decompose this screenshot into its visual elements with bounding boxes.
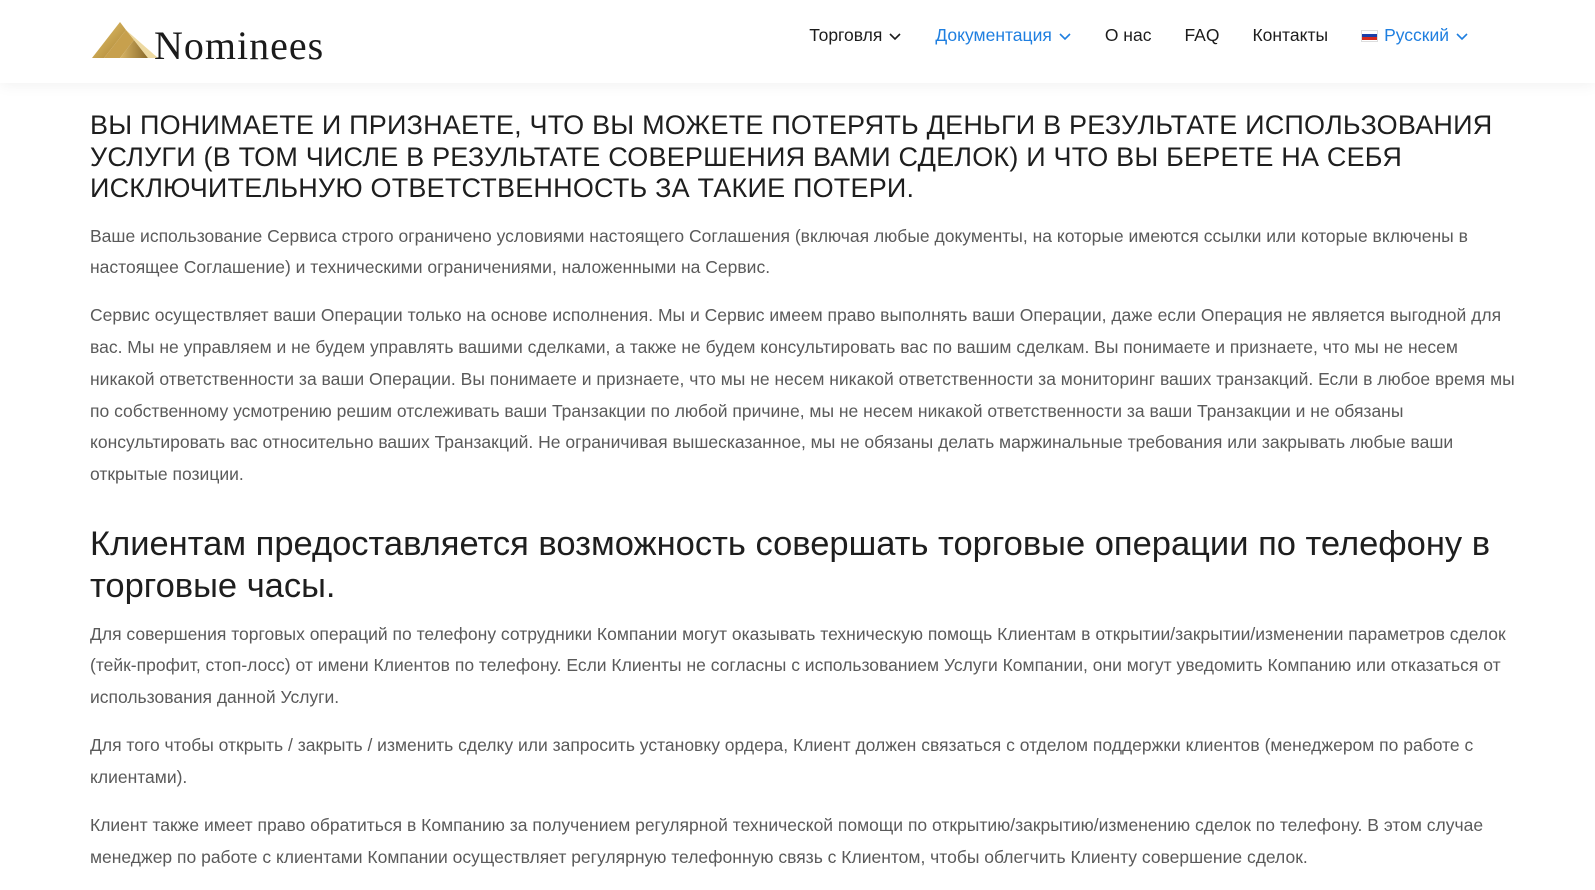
nav-item-documentation[interactable]: Документация xyxy=(935,25,1071,46)
nav-item-label: Документация xyxy=(935,25,1052,45)
paragraph: Для того чтобы открыть / закрыть / измен… xyxy=(90,735,1474,787)
logo-text: Nominees xyxy=(154,23,325,68)
nav-item-contacts[interactable]: Контакты xyxy=(1252,25,1328,46)
site-header: Nominees Торговля Документация О нас FAQ… xyxy=(0,0,1595,83)
main-nav: Торговля Документация О нас FAQ Контакты… xyxy=(776,25,1469,46)
nav-item-about[interactable]: О нас xyxy=(1105,25,1152,46)
nav-item-faq[interactable]: FAQ xyxy=(1184,25,1219,46)
document-content: ВЫ ПОНИМАЕТЕ И ПРИЗНАЕТЕ, ЧТО ВЫ МОЖЕТЕ … xyxy=(90,110,1520,890)
russia-flag-icon xyxy=(1361,29,1379,42)
paragraph: Для совершения торговых операций по теле… xyxy=(90,623,1506,708)
paragraph: Сервис осуществляет ваши Операции только… xyxy=(90,305,1515,484)
language-selector[interactable]: Русский xyxy=(1361,25,1469,46)
nav-item-trading[interactable]: Торговля xyxy=(809,25,902,46)
logo[interactable]: Nominees xyxy=(90,12,324,66)
logo-mark-icon xyxy=(92,22,158,58)
chevron-down-icon xyxy=(889,32,901,40)
chevron-down-icon xyxy=(1059,32,1071,40)
nav-item-label: Контакты xyxy=(1252,25,1329,45)
nav-item-label: Торговля xyxy=(809,25,883,45)
section-heading: Клиентам предоставляется возможность сов… xyxy=(90,524,1491,605)
chevron-down-icon xyxy=(1456,32,1468,40)
nav-item-label: О нас xyxy=(1104,25,1152,45)
paragraph: Ваше использование Сервиса строго ограни… xyxy=(90,225,1468,278)
language-label: Русский xyxy=(1384,25,1449,45)
paragraph: Клиент также имеет право обратиться в Ко… xyxy=(90,815,1484,867)
warning-heading: ВЫ ПОНИМАЕТЕ И ПРИЗНАЕТЕ, ЧТО ВЫ МОЖЕТЕ … xyxy=(90,110,1493,203)
nav-item-label: FAQ xyxy=(1184,25,1220,45)
